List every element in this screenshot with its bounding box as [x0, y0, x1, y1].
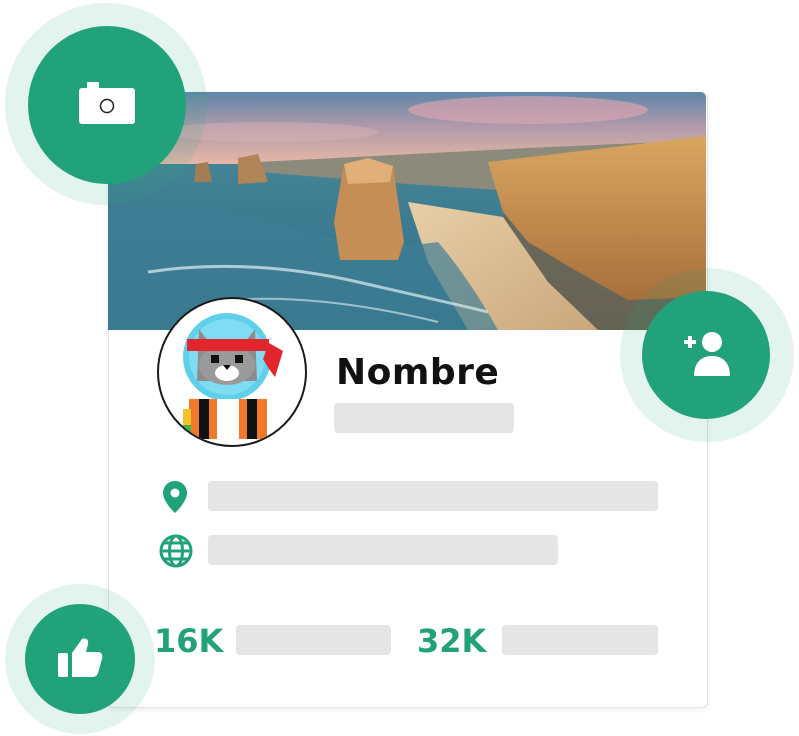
camera-icon: [77, 80, 137, 131]
add-user-icon: [678, 328, 734, 383]
location-pin-icon: [162, 480, 188, 514]
globe-icon: [158, 533, 194, 569]
website-placeholder: [208, 535, 558, 565]
thumbs-up-icon: [56, 635, 104, 684]
stat-first-placeholder: [236, 625, 391, 655]
stat-first-value: 16K: [154, 622, 224, 660]
subtitle-placeholder: [334, 403, 514, 433]
camera-button[interactable]: [28, 26, 186, 184]
profile-name: Nombre: [336, 352, 500, 393]
add-user-button[interactable]: [642, 291, 770, 419]
stat-second-value: 32K: [417, 622, 487, 660]
stat-second-placeholder: [502, 625, 658, 655]
avatar[interactable]: [157, 297, 307, 447]
location-placeholder: [208, 481, 658, 511]
like-button[interactable]: [25, 604, 135, 714]
